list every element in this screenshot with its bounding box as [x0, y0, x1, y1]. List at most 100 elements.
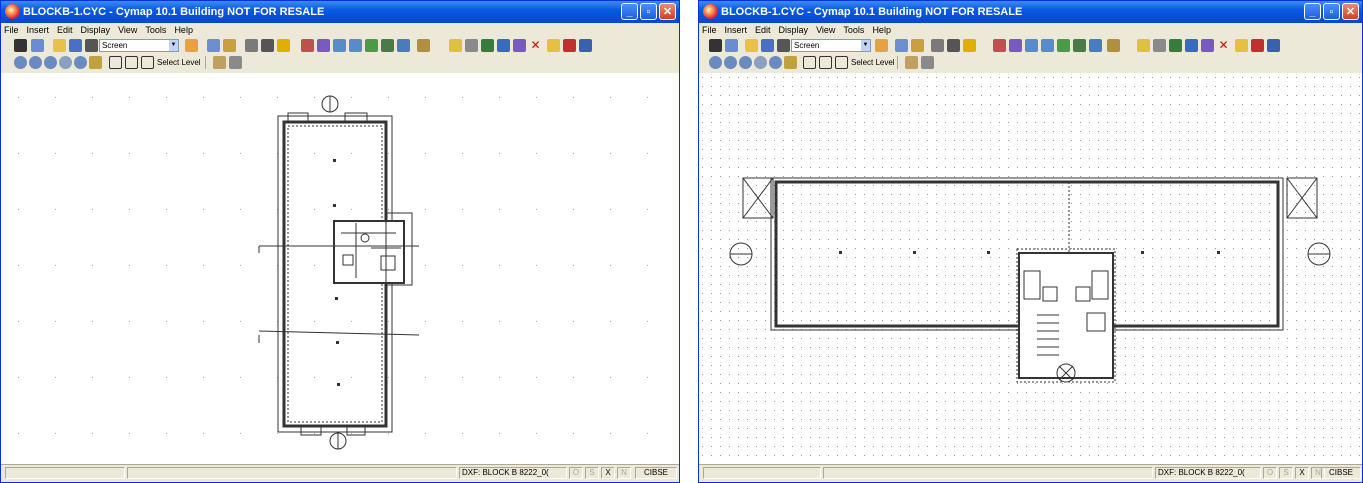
chevron-down-icon[interactable]: ▼	[169, 40, 178, 51]
room-tool-icon[interactable]	[301, 39, 314, 52]
maximize-icon[interactable]: ▫	[1323, 3, 1340, 20]
results-icon[interactable]	[449, 39, 462, 52]
close-icon[interactable]: ✕	[659, 3, 676, 20]
close-icon[interactable]: ✕	[1342, 3, 1359, 20]
snap-grid-icon[interactable]	[819, 56, 832, 69]
dimension-icon[interactable]	[921, 56, 934, 69]
zoom-window-icon[interactable]	[14, 56, 27, 69]
graph-icon[interactable]	[513, 39, 526, 52]
chevron-down-icon[interactable]: ▼	[861, 40, 870, 51]
zoom-in-icon[interactable]	[724, 56, 737, 69]
open-icon[interactable]	[31, 39, 44, 52]
zoom-out-icon[interactable]	[739, 56, 752, 69]
graph-icon[interactable]	[1201, 39, 1214, 52]
snap-indicator[interactable]: S	[585, 467, 599, 479]
export-icon[interactable]	[1169, 39, 1182, 52]
zone-tool-icon[interactable]	[317, 39, 330, 52]
results-icon[interactable]	[1137, 39, 1150, 52]
text-style-icon[interactable]	[911, 39, 924, 52]
floor-tool-icon[interactable]	[1089, 39, 1102, 52]
roof-tool-icon[interactable]	[381, 39, 394, 52]
connect-icon[interactable]	[465, 39, 478, 52]
report-icon[interactable]	[1185, 39, 1198, 52]
menu-display[interactable]: Display	[81, 25, 111, 35]
page-setup-icon[interactable]	[761, 39, 774, 52]
title-bar[interactable]: BLOCKB-1.CYC - Cymap 10.1 Building NOT F…	[699, 1, 1362, 23]
snap-grid-icon[interactable]	[125, 56, 138, 69]
levels-icon[interactable]	[141, 56, 154, 69]
measure-icon[interactable]	[905, 56, 918, 69]
output-combo[interactable]: Screen ▼	[791, 39, 871, 52]
room-tool-icon[interactable]	[993, 39, 1006, 52]
menu-help[interactable]: Help	[872, 25, 891, 35]
menu-tools[interactable]: Tools	[145, 25, 166, 35]
drawing-canvas[interactable]	[1, 73, 679, 465]
zone-tool-icon[interactable]	[1009, 39, 1022, 52]
roof-tool-icon[interactable]	[1073, 39, 1086, 52]
menu-edit[interactable]: Edit	[755, 25, 771, 35]
binoculars-icon[interactable]	[245, 39, 258, 52]
zoom-out-icon[interactable]	[44, 56, 57, 69]
properties-icon[interactable]	[207, 39, 220, 52]
cymap-app-icon[interactable]	[5, 4, 20, 19]
cymap-app-icon[interactable]	[703, 4, 718, 19]
whats-this-icon[interactable]	[277, 39, 290, 52]
save-icon[interactable]	[709, 39, 722, 52]
monitor-icon[interactable]	[579, 39, 592, 52]
open-icon[interactable]	[725, 39, 738, 52]
cross-indicator[interactable]: X	[1295, 467, 1309, 479]
levels-icon[interactable]	[835, 56, 848, 69]
door-tool-icon[interactable]	[1057, 39, 1070, 52]
floor-tool-icon[interactable]	[397, 39, 410, 52]
print-icon[interactable]	[777, 39, 790, 52]
output-combo[interactable]: Screen ▼	[99, 39, 179, 52]
menu-help[interactable]: Help	[174, 25, 193, 35]
title-bar[interactable]: BLOCKB-1.CYC - Cymap 10.1 Building NOT F…	[1, 1, 679, 23]
menu-insert[interactable]: Insert	[725, 25, 748, 35]
monitor-icon[interactable]	[1267, 39, 1280, 52]
grid-icon[interactable]	[109, 56, 122, 69]
wall-tool-icon[interactable]	[1025, 39, 1038, 52]
pan-icon[interactable]	[754, 56, 767, 69]
measure-icon[interactable]	[213, 56, 226, 69]
pencil-icon[interactable]	[784, 56, 797, 69]
binoculars-icon[interactable]	[931, 39, 944, 52]
calculate-icon[interactable]	[1107, 39, 1120, 52]
page-setup-icon[interactable]	[69, 39, 82, 52]
select-level-label[interactable]: Select Level	[851, 57, 895, 68]
menu-file[interactable]: File	[702, 25, 717, 35]
osnap-indicator[interactable]: O	[1263, 467, 1277, 479]
menu-view[interactable]: View	[816, 25, 835, 35]
dimension-icon[interactable]	[229, 56, 242, 69]
si-units-icon[interactable]	[1251, 39, 1264, 52]
door-tool-icon[interactable]	[365, 39, 378, 52]
text-style-icon[interactable]	[223, 39, 236, 52]
window-tool-icon[interactable]	[1041, 39, 1054, 52]
delete-icon[interactable]: ✕	[1217, 39, 1230, 52]
save-icon[interactable]	[14, 39, 27, 52]
window-tool-icon[interactable]	[349, 39, 362, 52]
delete-icon[interactable]: ✕	[529, 39, 542, 52]
north-indicator[interactable]: N	[617, 467, 631, 479]
open-folder-icon[interactable]	[875, 39, 888, 52]
report-icon[interactable]	[497, 39, 510, 52]
grid-icon[interactable]	[803, 56, 816, 69]
minimize-icon[interactable]: _	[621, 3, 638, 20]
folder-tool-icon[interactable]	[547, 39, 560, 52]
help-icon[interactable]	[261, 39, 274, 52]
folder-tool-icon[interactable]	[1235, 39, 1248, 52]
open-folder-icon[interactable]	[185, 39, 198, 52]
drawing-canvas[interactable]	[699, 73, 1362, 465]
pan-icon[interactable]	[59, 56, 72, 69]
menu-file[interactable]: File	[4, 25, 19, 35]
export-icon[interactable]	[481, 39, 494, 52]
properties-icon[interactable]	[895, 39, 908, 52]
help-icon[interactable]	[947, 39, 960, 52]
zoom-extents-icon[interactable]	[769, 56, 782, 69]
pencil-icon[interactable]	[89, 56, 102, 69]
menu-insert[interactable]: Insert	[27, 25, 50, 35]
folder-icon[interactable]	[745, 39, 758, 52]
whats-this-icon[interactable]	[963, 39, 976, 52]
folder-icon[interactable]	[53, 39, 66, 52]
maximize-icon[interactable]: ▫	[640, 3, 657, 20]
